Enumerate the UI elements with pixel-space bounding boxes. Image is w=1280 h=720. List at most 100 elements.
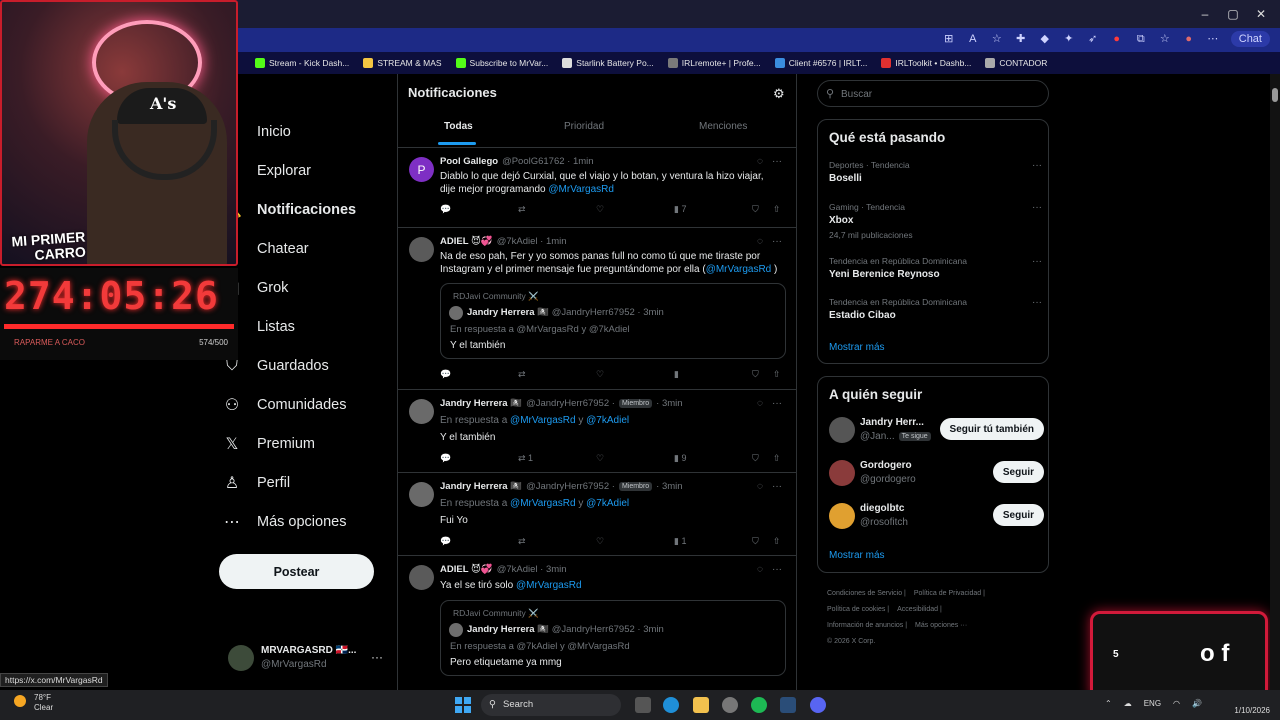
sidebar-item-perfil[interactable]: ♙ Perfil — [220, 466, 290, 500]
trend-item[interactable]: Tendencia en República Dominicana Estadio… — [829, 297, 1044, 321]
show-more-link[interactable]: Mostrar más — [829, 342, 885, 353]
footer-link[interactable]: Información de anuncios | — [827, 622, 907, 629]
apps-icon[interactable]: ⊞ — [943, 33, 955, 45]
mention-link[interactable]: @MrVargasRd — [516, 580, 582, 591]
mention-link[interactable]: @7kAdiel — [586, 498, 629, 509]
footer-link[interactable]: Condiciones de Servicio | — [827, 590, 906, 597]
steam-icon[interactable] — [780, 697, 796, 713]
edge-icon[interactable] — [663, 697, 679, 713]
spotify-icon[interactable] — [751, 697, 767, 713]
more-icon[interactable]: ··· — [1032, 202, 1042, 213]
mention-link[interactable]: @MrVargasRd — [510, 415, 576, 426]
reply-icon[interactable]: 💬 — [440, 369, 451, 380]
footer-link[interactable]: Accesibilidad | — [897, 606, 942, 613]
close-icon[interactable]: ✕ — [1246, 0, 1276, 28]
discord-icon[interactable] — [810, 697, 826, 713]
tab-menciones[interactable]: Menciones — [699, 121, 747, 132]
like-icon[interactable]: ♡ — [596, 536, 604, 547]
author-handle[interactable]: @JandryHerr67952 · — [526, 398, 615, 409]
more-icon[interactable]: ··· — [371, 650, 383, 664]
reply-icon[interactable]: 💬 — [440, 204, 451, 215]
share-icon[interactable]: ⇧ — [773, 453, 781, 464]
views-icon[interactable]: ▮ 9 — [674, 453, 686, 464]
avatar[interactable] — [829, 417, 855, 443]
mention-link[interactable]: @MrVargasRd — [706, 264, 772, 275]
repost-icon[interactable]: ⇄ — [518, 204, 526, 215]
share-icon[interactable]: ⇧ — [773, 536, 781, 547]
scrollbar-thumb[interactable] — [1272, 88, 1278, 102]
bookmark-item[interactable]: Subscribe to MrVar... — [455, 58, 548, 68]
profile-avatar-icon[interactable]: ● — [1183, 33, 1195, 45]
bookmark-item[interactable]: IRLremote+ | Profe... — [667, 58, 761, 68]
quoted-tweet[interactable]: RDJavi Community ⚔️ Jandry Herrera 🏴‍☠️ … — [440, 600, 786, 676]
notification-item[interactable]: ADIEL 😈💞 @7kAdiel · 1min ◌ ··· Na de eso … — [398, 229, 796, 390]
bookmark-item[interactable]: CONTADOR — [985, 58, 1047, 68]
avatar[interactable]: P — [409, 157, 434, 182]
post-time[interactable]: · 3min — [656, 481, 682, 492]
obs-icon[interactable] — [722, 697, 738, 713]
follow-suggestion[interactable]: Gordogero @gordogero Seguir — [829, 458, 1044, 488]
extension-icon[interactable]: ✚ — [1015, 33, 1027, 45]
author-handle[interactable]: @7kAdiel · 3min — [497, 564, 567, 575]
grok-icon[interactable]: ◌ — [757, 156, 763, 167]
bookmark-item[interactable]: Starlink Battery Po... — [562, 58, 654, 68]
author-name[interactable]: ADIEL 😈💞 — [440, 564, 493, 575]
avatar[interactable] — [409, 237, 434, 262]
sidebar-item-más-opciones[interactable]: ⋯ Más opciones — [220, 505, 346, 539]
copilot-chat-button[interactable]: Chat — [1230, 31, 1270, 47]
settings-more-icon[interactable]: ⋯ — [1207, 33, 1219, 45]
more-icon[interactable]: ··· — [772, 481, 782, 492]
notification-item[interactable]: Jandry Herrera 🏴‍☠️ @JandryHerr67952 · M… — [398, 391, 796, 473]
mention-link[interactable]: @7kAdiel — [586, 415, 629, 426]
extension-icon[interactable]: ✦ — [1063, 33, 1075, 45]
bookmark-item[interactable]: STREAM & MAS — [363, 58, 442, 68]
notification-item[interactable]: P Pool Gallego @PoolG61762 · 1min ◌ ··· D… — [398, 149, 796, 228]
gear-icon[interactable]: ⚙ — [773, 86, 785, 102]
avatar[interactable] — [409, 482, 434, 507]
footer-link[interactable]: Más opciones ··· — [915, 622, 967, 629]
author-name[interactable]: Jandry Herrera 🏴‍☠️ — [440, 481, 522, 492]
wifi-icon[interactable]: ◠ — [1173, 699, 1180, 708]
tab-prioridad[interactable]: Prioridad — [564, 121, 604, 132]
follow-name[interactable]: Jandry Herr... — [860, 417, 924, 428]
share-icon[interactable]: ⇧ — [773, 369, 781, 380]
grok-icon[interactable]: ◌ — [757, 398, 763, 409]
favorite-star-icon[interactable]: ☆ — [991, 33, 1003, 45]
post-button[interactable]: Postear — [219, 554, 374, 589]
more-icon[interactable]: ··· — [1032, 160, 1042, 171]
author-name[interactable]: Jandry Herrera 🏴‍☠️ — [440, 398, 522, 409]
footer-link[interactable]: Política de Privacidad | — [914, 590, 985, 597]
file-explorer-icon[interactable] — [693, 697, 709, 713]
more-icon[interactable]: ··· — [772, 398, 782, 409]
task-view-icon[interactable] — [635, 697, 651, 713]
bookmark-item[interactable]: IRLToolkit • Dashb... — [881, 58, 971, 68]
repost-icon[interactable]: ⇄ — [518, 369, 526, 380]
avatar[interactable] — [829, 503, 855, 529]
repost-icon[interactable]: ⇄ 1 — [518, 453, 533, 464]
reply-icon[interactable]: 💬 — [440, 453, 451, 464]
reply-icon[interactable]: 💬 — [440, 536, 451, 547]
like-icon[interactable]: ♡ — [596, 453, 604, 464]
trend-item[interactable]: Deportes · Tendencia Boselli ··· — [829, 160, 1044, 184]
views-icon[interactable]: ▮ 7 — [674, 204, 686, 215]
bookmark-item[interactable]: Client #6576 | IRLT... — [774, 58, 867, 68]
follow-button[interactable]: Seguir — [992, 504, 1044, 526]
follow-name[interactable]: Gordogero — [860, 460, 912, 471]
extension-icon[interactable]: ➶ — [1087, 33, 1099, 45]
trend-item[interactable]: Tendencia en República Dominicana Yeni Be… — [829, 256, 1044, 280]
views-icon[interactable]: ▮ 1 — [674, 536, 686, 547]
follow-name[interactable]: diegolbtc — [860, 503, 904, 514]
avatar[interactable] — [829, 460, 855, 486]
maximize-icon[interactable]: ▢ — [1218, 0, 1248, 28]
avatar[interactable] — [409, 565, 434, 590]
trend-item[interactable]: Gaming · Tendencia Xbox 24,7 mil publicaci… — [829, 202, 1044, 240]
mention-link[interactable]: @MrVargasRd — [548, 184, 614, 195]
windows-start-icon[interactable] — [455, 697, 471, 713]
notification-item[interactable]: Jandry Herrera 🏴‍☠️ @JandryHerr67952 · M… — [398, 474, 796, 556]
clock[interactable]: 1/10/2026 — [1234, 694, 1270, 716]
taskbar-search[interactable]: ⚲ Search — [481, 694, 621, 716]
footer-link[interactable]: Política de cookies | — [827, 606, 889, 613]
bookmark-icon[interactable]: ⛉ — [752, 369, 759, 380]
follow-button[interactable]: Seguir — [992, 461, 1044, 483]
more-icon[interactable]: ··· — [1032, 297, 1042, 308]
